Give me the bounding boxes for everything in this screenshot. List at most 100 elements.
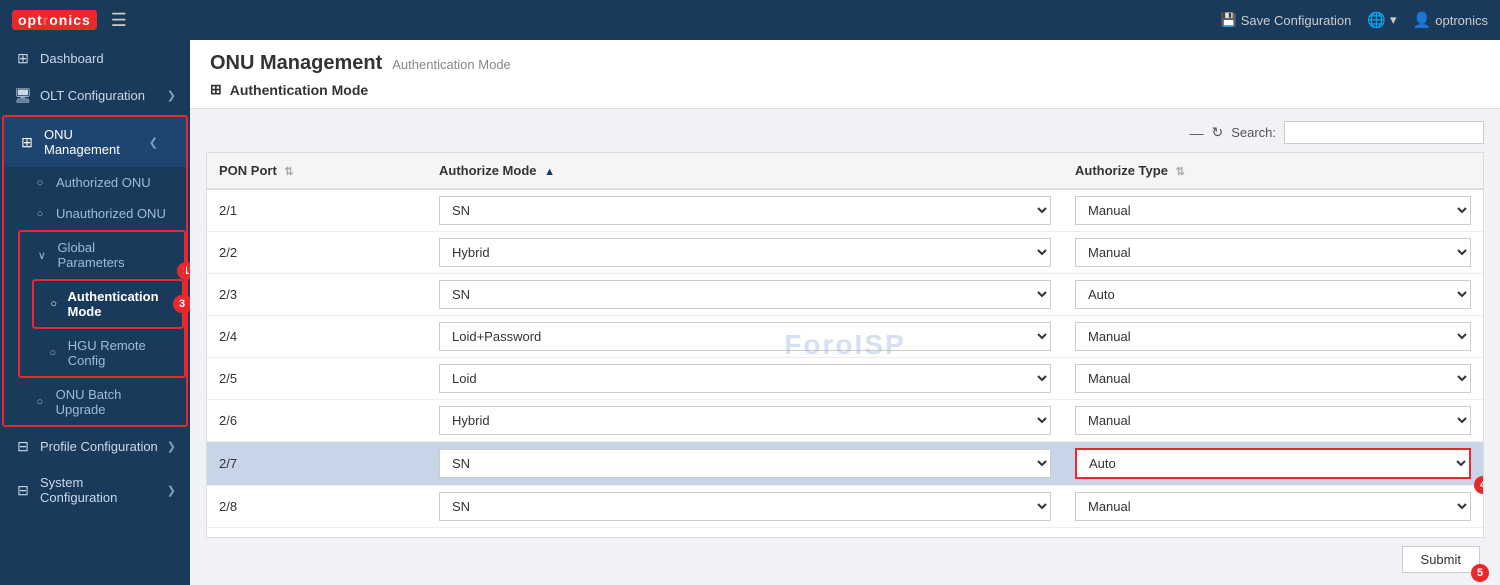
authorize-mode-select[interactable]: SNHybridLoid+PasswordLoidSN+Loid	[439, 322, 1051, 351]
navbar-right: 💾 Save Configuration 🌐 ▾ 👤 optronics	[1221, 11, 1488, 29]
table-controls: — ↻ Search:	[206, 121, 1484, 144]
authorize-type-cell: ManualAuto	[1063, 400, 1483, 442]
sidebar-item-system[interactable]: ⊟ System Configuration ❯	[0, 465, 190, 515]
onu-mgmt-chevron-icon: ❮	[149, 136, 158, 149]
page-header: ONU Management Authentication Mode ⊞ Aut…	[190, 40, 1500, 109]
authorize-mode-select[interactable]: SNHybridLoid+PasswordLoidSN+Loid	[439, 449, 1051, 478]
auth-mode-table: PON Port ⇅ Authorize Mode ▲ Authorize Ty…	[207, 153, 1483, 528]
main-content: ONU Management Authentication Mode ⊞ Aut…	[190, 40, 1500, 585]
authorize-mode-select[interactable]: SNHybridLoid+PasswordLoidSN+Loid	[439, 196, 1051, 225]
search-input[interactable]	[1284, 121, 1484, 144]
sidebar: ⊞ Dashboard 🖥 OLT Configuration ❯ ⊞ ONU …	[0, 40, 190, 585]
authorize-mode-cell: SNHybridLoid+PasswordLoidSN+Loid	[427, 316, 1063, 358]
header-row: PON Port ⇅ Authorize Mode ▲ Authorize Ty…	[207, 153, 1483, 189]
authorize-type-cell: ManualAuto	[1063, 232, 1483, 274]
onu-mgmt-icon: ⊞	[18, 134, 36, 151]
authorize-type-cell: ManualAuto4	[1063, 442, 1483, 486]
auth-type-sort-icon[interactable]: ⇅	[1176, 166, 1185, 178]
authorize-mode-select[interactable]: SNHybridLoid+PasswordLoidSN+Loid	[439, 406, 1051, 435]
breadcrumb: Authentication Mode	[392, 57, 511, 72]
col-authorize-type[interactable]: Authorize Type ⇅	[1063, 153, 1483, 189]
table-row: 2/6SNHybridLoid+PasswordLoidSN+LoidManua…	[207, 400, 1483, 442]
profile-icon: ⊟	[14, 438, 32, 455]
page-title: ONU Management	[210, 52, 382, 75]
authorize-type-select[interactable]: ManualAuto	[1075, 238, 1471, 267]
olt-chevron-icon: ❯	[167, 89, 176, 102]
sidebar-item-unauthorized-onu[interactable]: ○ Unauthorized ONU	[18, 198, 186, 229]
unauthorized-onu-icon: ○	[32, 208, 48, 220]
floppy-icon: 💾	[1221, 12, 1237, 28]
pon-port-cell: 2/2	[207, 232, 427, 274]
table-icon: ⊞	[210, 81, 222, 98]
table-row: 2/5SNHybridLoid+PasswordLoidSN+LoidManua…	[207, 358, 1483, 400]
authorize-mode-select[interactable]: SNHybridLoid+PasswordLoidSN+Loid	[439, 492, 1051, 521]
authorized-onu-icon: ○	[32, 177, 48, 189]
authorize-mode-cell: SNHybridLoid+PasswordLoidSN+Loid	[427, 400, 1063, 442]
sidebar-item-global-params[interactable]: ∨ Global Parameters	[20, 232, 184, 278]
authorize-mode-cell: SNHybridLoid+PasswordLoidSN+Loid	[427, 232, 1063, 274]
table-body: 2/1 SNHybridLoid+PasswordLoidSN+Loid Manua…	[207, 189, 1483, 528]
save-config-button[interactable]: 💾 Save Configuration	[1221, 12, 1352, 28]
section-title: Authentication Mode	[230, 82, 368, 98]
minimize-icon[interactable]: —	[1189, 125, 1203, 141]
logo-text: optronics	[12, 10, 97, 30]
authorize-type-select[interactable]: ManualAuto	[1075, 280, 1471, 309]
col-authorize-mode[interactable]: Authorize Mode ▲	[427, 153, 1063, 189]
col-pon-port[interactable]: PON Port ⇅	[207, 153, 427, 189]
sidebar-item-olt[interactable]: 🖥 OLT Configuration ❯	[0, 77, 190, 114]
logo: optronics	[12, 10, 97, 30]
authorize-mode-cell: SNHybridLoid+PasswordLoidSN+Loid	[427, 358, 1063, 400]
pon-sort-icon[interactable]: ⇅	[284, 166, 293, 178]
authorize-type-select[interactable]: ManualAuto	[1075, 448, 1471, 479]
sidebar-item-onu-mgmt[interactable]: ⊞ ONU Management ❮	[4, 117, 186, 167]
navbar: optronics ☰ 💾 Save Configuration 🌐 ▾ 👤 o…	[0, 0, 1500, 40]
sidebar-label-onu-mgmt: ONU Management	[44, 127, 141, 157]
auth-mode-sort-icon[interactable]: ▲	[544, 166, 555, 178]
sidebar-label-authorized-onu: Authorized ONU	[56, 175, 151, 190]
annotation-3: 3	[173, 295, 190, 313]
authorize-type-select[interactable]: ManualAuto	[1075, 322, 1471, 351]
authorize-mode-select[interactable]: SNHybridLoid+PasswordLoidSN+Loid	[439, 238, 1051, 267]
authorize-type-select[interactable]: ManualAuto	[1075, 406, 1471, 435]
refresh-icon[interactable]: ↻	[1211, 124, 1223, 141]
sidebar-item-hgu-remote[interactable]: ○ HGU Remote Config	[32, 330, 184, 376]
global-params-sub: ○ Authentication Mode 3 ○ HGU Remote Con…	[20, 279, 184, 376]
pon-port-cell: 2/3	[207, 274, 427, 316]
authorize-type-cell: ManualAuto	[1063, 358, 1483, 400]
sidebar-item-profile[interactable]: ⊟ Profile Configuration ❯	[0, 428, 190, 465]
hamburger-icon[interactable]: ☰	[111, 10, 127, 31]
content-area: — ↻ Search: ForoISP PON Port ⇅	[190, 109, 1500, 585]
table-row: 2/7SNHybridLoid+PasswordLoidSN+LoidManua…	[207, 442, 1483, 486]
sidebar-label-onu-batch: ONU Batch Upgrade	[56, 387, 172, 417]
onu-sub-menu: ○ Authorized ONU ○ Unauthorized ONU ∨ Gl…	[4, 167, 186, 425]
globe-button[interactable]: 🌐 ▾	[1367, 11, 1396, 29]
sidebar-label-olt: OLT Configuration	[40, 88, 159, 103]
profile-chevron-icon: ❯	[167, 440, 176, 453]
authorize-type-select[interactable]: ManualAuto	[1075, 492, 1471, 521]
authorize-type-select[interactable]: ManualAuto	[1075, 364, 1471, 393]
table-container: ForoISP PON Port ⇅ Authorize Mode ▲	[206, 152, 1484, 538]
authorize-type-cell: ManualAuto	[1063, 189, 1483, 232]
authorize-mode-cell: SNHybridLoid+PasswordLoidSN+Loid	[427, 274, 1063, 316]
pon-port-cell: 2/1	[207, 189, 427, 232]
annotation-5: 5	[1471, 564, 1489, 582]
authorize-type-select[interactable]: ManualAuto	[1075, 196, 1471, 225]
sidebar-item-authorized-onu[interactable]: ○ Authorized ONU	[18, 167, 186, 198]
submit-button[interactable]: Submit	[1402, 546, 1480, 573]
sidebar-label-profile: Profile Configuration	[40, 439, 159, 454]
sidebar-item-onu-batch[interactable]: ○ ONU Batch Upgrade	[18, 379, 186, 425]
sidebar-item-dashboard[interactable]: ⊞ Dashboard	[0, 40, 190, 77]
authorize-type-cell: ManualAuto	[1063, 274, 1483, 316]
globe-chevron: ▾	[1390, 12, 1397, 28]
navbar-left: optronics ☰	[12, 10, 127, 31]
sidebar-label-unauthorized-onu: Unauthorized ONU	[56, 206, 166, 221]
sidebar-item-auth-mode[interactable]: ○ Authentication Mode	[34, 281, 182, 327]
authorize-mode-select[interactable]: SNHybridLoid+PasswordLoidSN+Loid	[439, 364, 1051, 393]
authorize-mode-cell: SNHybridLoid+PasswordLoidSN+Loid	[427, 189, 1063, 232]
authorize-mode-select[interactable]: SNHybridLoid+PasswordLoidSN+Loid	[439, 280, 1051, 309]
hgu-remote-icon: ○	[46, 347, 60, 359]
submit-row: Submit 5	[206, 538, 1484, 573]
global-params-icon: ∨	[34, 249, 49, 262]
table-row: 2/4SNHybridLoid+PasswordLoidSN+LoidManua…	[207, 316, 1483, 358]
user-menu[interactable]: 👤 optronics	[1413, 11, 1488, 29]
